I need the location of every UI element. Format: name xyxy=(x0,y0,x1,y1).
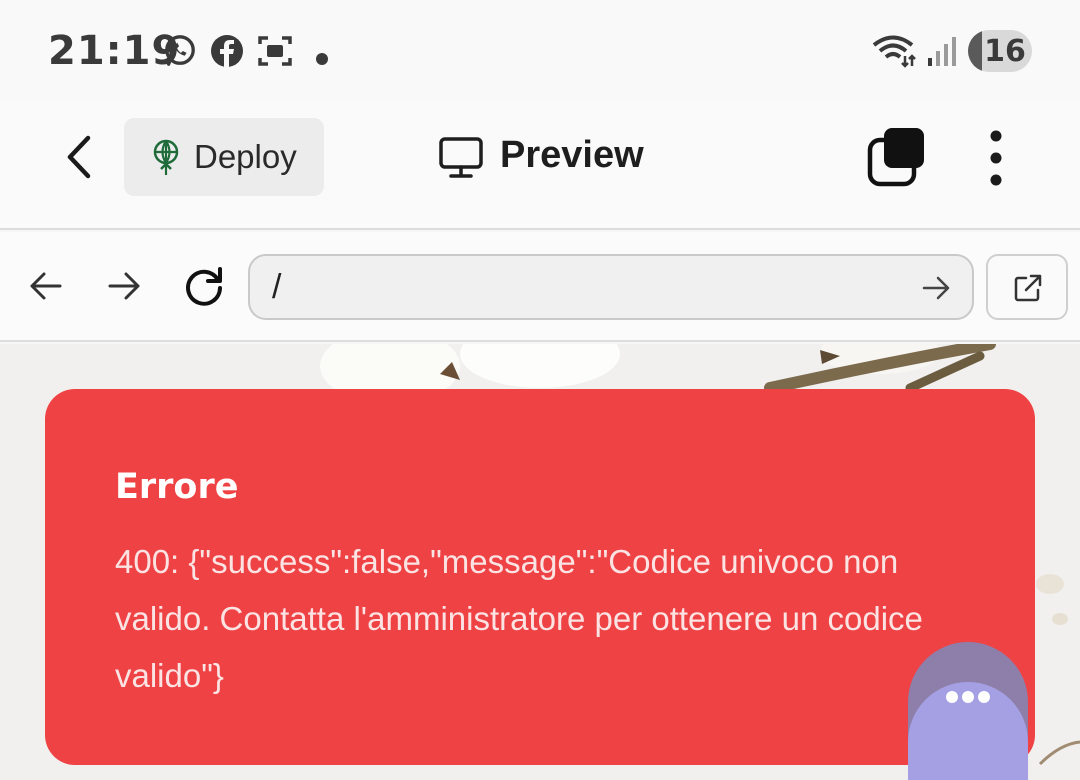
url-bar[interactable] xyxy=(248,254,974,320)
nav-forward-arrow-icon[interactable] xyxy=(104,266,144,306)
nav-back-arrow-icon[interactable] xyxy=(26,266,66,306)
more-options-icon[interactable] xyxy=(978,128,1014,188)
reload-icon[interactable] xyxy=(182,264,226,308)
status-time: 21:19 xyxy=(48,28,181,74)
wifi-icon xyxy=(872,35,916,68)
signal-icon xyxy=(928,37,956,66)
app-header: Deploy Preview xyxy=(0,100,1080,230)
error-message: 400: {"success":false,"message":"Codice … xyxy=(115,543,923,694)
back-button[interactable] xyxy=(60,132,100,182)
external-link-icon xyxy=(1014,274,1042,302)
open-external-button[interactable] xyxy=(986,254,1068,320)
chat-widget-button[interactable] xyxy=(908,642,1028,780)
ellipsis-icon xyxy=(946,690,994,708)
screenshot-icon xyxy=(258,36,292,66)
error-title: Errore xyxy=(115,467,239,507)
deploy-icon xyxy=(153,139,179,175)
battery-level: 16 xyxy=(984,34,1026,69)
status-bar: 21:19 16 xyxy=(0,0,1080,100)
deploy-label: Deploy xyxy=(194,138,297,175)
go-arrow-icon[interactable] xyxy=(920,272,952,304)
url-input[interactable] xyxy=(272,268,872,307)
deploy-button[interactable]: Deploy xyxy=(124,118,324,196)
error-alert: Errore 400: {"success":false,"message":"… xyxy=(45,389,1035,765)
battery-indicator: 16 xyxy=(968,30,1032,72)
browser-toolbar xyxy=(0,232,1080,342)
notification-dot-icon xyxy=(316,53,328,65)
whatsapp-icon xyxy=(165,35,195,66)
monitor-icon xyxy=(439,137,483,178)
preview-label: Preview xyxy=(500,134,644,176)
page-content: Errore 400: {"success":false,"message":"… xyxy=(0,344,1080,780)
facebook-icon xyxy=(211,35,243,67)
tabs-switcher-icon[interactable] xyxy=(866,126,928,188)
